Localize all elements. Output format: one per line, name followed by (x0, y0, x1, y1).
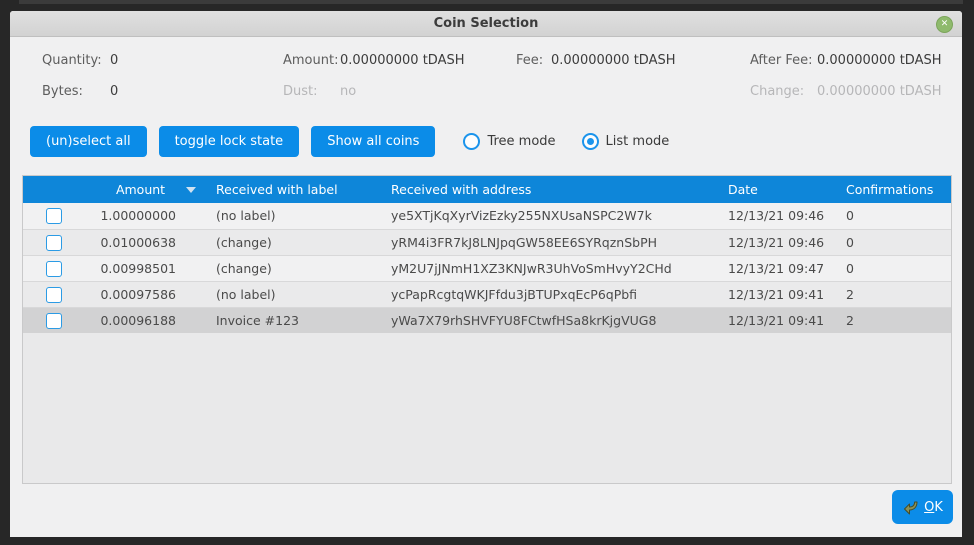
cell-checkbox (23, 230, 85, 255)
header-received-address[interactable]: Received with address (381, 176, 716, 203)
after-fee-label: After Fee: (750, 53, 813, 69)
cell-address: yRM4i3FR7kJ8LNJpqGW58EE6SYRqznSbPH (381, 230, 716, 255)
table-body: 1.00000000(no label)ye5XTjKqXyrVizEzky25… (23, 203, 951, 333)
view-mode-group: Tree mode List mode (463, 133, 695, 150)
cell-checkbox (23, 282, 85, 307)
cell-address: yM2U7jJNmH1XZ3KNJwR3UhVoSmHvyY2CHd (381, 256, 716, 281)
after-fee-value: 0.00000000 tDASH (817, 53, 942, 69)
unselect-all-button[interactable]: (un)select all (30, 126, 147, 157)
header-amount[interactable]: Amount (85, 176, 196, 203)
list-mode-radio[interactable]: List mode (582, 133, 670, 150)
ok-arrow-icon (902, 499, 919, 515)
tree-mode-label: Tree mode (487, 134, 555, 149)
cell-date: 12/13/21 09:46 (716, 230, 836, 255)
desktop-background-strip (19, 0, 963, 4)
cell-checkbox (23, 308, 85, 333)
coins-table: Amount Received with label Received with… (22, 175, 952, 484)
cell-address: yWa7X79rhSHVFYU8FCtwfHSa8krKjgVUG8 (381, 308, 716, 333)
radio-icon (463, 133, 480, 150)
row-checkbox[interactable] (46, 287, 62, 303)
row-checkbox[interactable] (46, 235, 62, 251)
cell-checkbox (23, 256, 85, 281)
header-received-label[interactable]: Received with label (196, 176, 381, 203)
header-date[interactable]: Date (716, 176, 836, 203)
table-header: Amount Received with label Received with… (23, 176, 951, 203)
toggle-lock-state-button[interactable]: toggle lock state (159, 126, 300, 157)
table-row[interactable]: 0.01000638(change)yRM4i3FR7kJ8LNJpqGW58E… (23, 229, 951, 255)
radio-icon (582, 133, 599, 150)
cell-amount: 0.00097586 (85, 282, 196, 307)
change-label: Change: (750, 84, 804, 100)
list-mode-label: List mode (606, 134, 670, 149)
cell-confirmations: 0 (836, 203, 951, 229)
titlebar[interactable]: Coin Selection ✕ (10, 11, 962, 37)
close-icon[interactable]: ✕ (936, 16, 953, 33)
table-row[interactable]: 1.00000000(no label)ye5XTjKqXyrVizEzky25… (23, 203, 951, 229)
header-amount-label: Amount (116, 182, 165, 197)
cell-confirmations: 2 (836, 308, 951, 333)
dust-label: Dust: (283, 84, 318, 100)
fee-value: 0.00000000 tDASH (551, 53, 676, 69)
cell-address: ye5XTjKqXyrVizEzky255NXUsaNSPC2W7k (381, 203, 716, 229)
row-checkbox[interactable] (46, 313, 62, 329)
cell-label: (change) (196, 230, 381, 255)
bytes-value: 0 (110, 84, 118, 100)
table-row[interactable]: 0.00096188Invoice #123yWa7X79rhSHVFYU8FC… (23, 307, 951, 333)
cell-confirmations: 2 (836, 282, 951, 307)
ok-label: OK (924, 500, 943, 515)
header-checkbox[interactable] (23, 176, 85, 203)
cell-date: 12/13/21 09:41 (716, 308, 836, 333)
ok-button[interactable]: OK (892, 490, 953, 524)
cell-date: 12/13/21 09:47 (716, 256, 836, 281)
cell-label: (no label) (196, 282, 381, 307)
quantity-value: 0 (110, 53, 118, 69)
cell-amount: 0.00096188 (85, 308, 196, 333)
dust-value: no (340, 84, 356, 100)
amount-label: Amount: (283, 53, 338, 69)
show-all-coins-button[interactable]: Show all coins (311, 126, 435, 157)
cell-label: Invoice #123 (196, 308, 381, 333)
table-row[interactable]: 0.00998501(change)yM2U7jJNmH1XZ3KNJwR3Uh… (23, 255, 951, 281)
cell-amount: 1.00000000 (85, 203, 196, 229)
cell-amount: 0.00998501 (85, 256, 196, 281)
fee-label: Fee: (516, 53, 543, 69)
cell-address: ycPapRcgtqWKJFfdu3jBTUPxqEcP6qPbfi (381, 282, 716, 307)
bytes-label: Bytes: (42, 84, 83, 100)
cell-confirmations: 0 (836, 230, 951, 255)
cell-confirmations: 0 (836, 256, 951, 281)
coin-selection-dialog: Coin Selection ✕ Quantity: 0 Amount: 0.0… (10, 11, 962, 537)
tree-mode-radio[interactable]: Tree mode (463, 133, 555, 150)
table-row[interactable]: 0.00097586(no label)ycPapRcgtqWKJFfdu3jB… (23, 281, 951, 307)
window-title: Coin Selection (10, 16, 962, 31)
cell-date: 12/13/21 09:46 (716, 203, 836, 229)
change-value: 0.00000000 tDASH (817, 84, 942, 100)
cell-amount: 0.01000638 (85, 230, 196, 255)
row-checkbox[interactable] (46, 208, 62, 224)
cell-label: (change) (196, 256, 381, 281)
cell-label: (no label) (196, 203, 381, 229)
quantity-label: Quantity: (42, 53, 102, 69)
toolbar: (un)select all toggle lock state Show al… (30, 126, 695, 157)
row-checkbox[interactable] (46, 261, 62, 277)
header-confirmations[interactable]: Confirmations (836, 176, 951, 203)
amount-value: 0.00000000 tDASH (340, 53, 465, 69)
cell-checkbox (23, 203, 85, 229)
sort-desc-icon (186, 187, 196, 193)
cell-date: 12/13/21 09:41 (716, 282, 836, 307)
